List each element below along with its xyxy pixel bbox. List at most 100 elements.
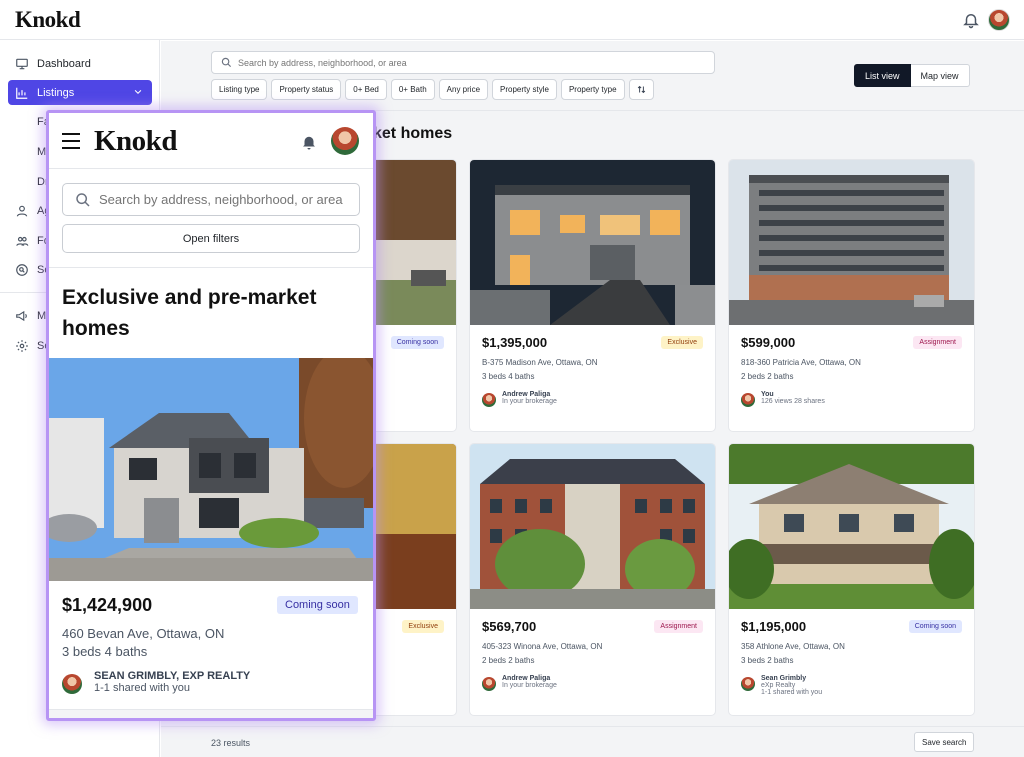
divider <box>49 267 373 268</box>
listing-agent: You 126 views 28 shares <box>741 391 825 407</box>
sidebar-item-dashboard[interactable]: Dashboard <box>8 51 152 76</box>
avatar <box>741 677 755 691</box>
listing-price: $569,700 <box>482 619 537 634</box>
sidebar-item-label: Listings <box>37 86 75 99</box>
chevron-down-icon[interactable] <box>132 87 144 97</box>
agent-name: You <box>761 391 774 398</box>
listing-address: B-375 Madison Ave, Ottawa, ON <box>482 358 598 367</box>
status-badge: Coming soon <box>908 620 962 633</box>
footer-divider <box>161 726 1024 727</box>
search-icon <box>76 192 90 207</box>
mobile-listing-agent: SEAN GRIMBLY, EXP REALTY 1-1 shared with… <box>62 670 250 694</box>
monitor-icon <box>16 58 28 69</box>
sidebar-item-label: Dashboard <box>37 57 91 70</box>
status-badge: Assignment <box>654 620 703 633</box>
megaphone-icon <box>16 310 27 321</box>
avatar <box>62 674 82 694</box>
bell-icon[interactable] <box>962 11 980 29</box>
listing-price: $1,195,000 <box>741 619 807 634</box>
user-icon <box>16 205 28 217</box>
agent-subtitle: In your brokerage <box>502 682 557 689</box>
mobile-logo[interactable]: Knokd <box>94 125 177 158</box>
agent-stats: 126 views 28 shares <box>761 398 825 405</box>
agent-brokerage: eXp Realty <box>761 682 796 689</box>
listing-beds-baths: 3 beds 2 baths <box>741 656 794 665</box>
mobile-search-bar[interactable] <box>62 183 360 216</box>
filter-bar: Listing type Property status 0+ Bed 0+ B… <box>211 79 654 100</box>
agent-subtitle: In your brokerage <box>502 398 557 405</box>
sidebar-item-listings[interactable]: Listings <box>8 80 152 105</box>
top-bar: Knokd <box>0 0 1024 40</box>
filter-property-style[interactable]: Property style <box>492 79 557 100</box>
mobile-search-input[interactable] <box>99 192 349 207</box>
filter-price[interactable]: Any price <box>438 79 489 100</box>
filter-property-status[interactable]: Property status <box>271 79 342 100</box>
agent-name: SEAN GRIMBLY, EXP REALTY <box>94 670 251 682</box>
users-icon <box>16 236 29 246</box>
map-view-button[interactable]: Map view <box>910 64 970 87</box>
avatar <box>482 393 496 407</box>
listing-photo <box>470 444 715 609</box>
listing-photo <box>729 160 974 325</box>
mobile-listing-beds-baths: 3 beds 4 baths <box>62 644 148 659</box>
listing-photo <box>470 160 715 325</box>
agent-share-status: 1-1 shared with you <box>761 689 823 696</box>
listing-photo <box>729 444 974 609</box>
search-icon <box>221 57 232 68</box>
listing-beds-baths: 3 beds 4 baths <box>482 372 535 381</box>
status-badge: Coming soon <box>390 336 444 349</box>
sort-button[interactable] <box>628 79 654 100</box>
status-badge: Assignment <box>913 336 962 349</box>
listing-beds-baths: 2 beds 2 baths <box>741 372 794 381</box>
status-badge: Coming soon <box>277 596 358 614</box>
results-count: 23 results <box>211 738 251 748</box>
view-toggle: List view Map view <box>854 64 970 87</box>
search-circle-icon <box>16 263 28 276</box>
bell-icon[interactable] <box>300 133 318 151</box>
mobile-bottom-edge <box>49 709 373 718</box>
search-input[interactable] <box>238 57 698 68</box>
filter-property-type[interactable]: Property type <box>560 79 625 100</box>
logo[interactable]: Knokd <box>15 7 81 33</box>
listing-price: $1,395,000 <box>482 335 548 350</box>
listing-card[interactable]: $599,000 Assignment 818-360 Patricia Ave… <box>729 160 974 431</box>
listing-photo[interactable] <box>49 358 373 581</box>
agent-share-status: 1-1 shared with you <box>94 682 190 694</box>
listing-price: $599,000 <box>741 335 796 350</box>
avatar <box>482 677 496 691</box>
open-filters-button[interactable]: Open filters <box>62 224 360 253</box>
list-view-button[interactable]: List view <box>854 64 911 87</box>
listing-agent: Andrew Paliga In your brokerage <box>482 391 557 407</box>
user-avatar[interactable] <box>988 9 1010 31</box>
chart-icon <box>16 87 28 99</box>
filter-baths[interactable]: 0+ Bath <box>390 79 435 100</box>
filter-listing-type[interactable]: Listing type <box>211 79 268 100</box>
status-badge: Exclusive <box>661 336 703 349</box>
agent-name: Andrew Paliga <box>502 675 551 682</box>
filter-beds[interactable]: 0+ Bed <box>345 79 387 100</box>
mobile-preview: Knokd Open filters Exclusive and pre-mar… <box>46 110 376 721</box>
gear-icon <box>16 339 28 352</box>
status-badge: Exclusive <box>402 620 444 633</box>
sort-icon <box>637 85 645 94</box>
hamburger-menu-icon[interactable] <box>62 133 80 149</box>
save-search-button[interactable]: Save search <box>914 732 975 752</box>
mobile-header: Knokd <box>49 113 373 169</box>
agent-name: Sean Grimbly <box>761 675 807 682</box>
listing-agent: Andrew Paliga In your brokerage <box>482 675 557 691</box>
listing-card[interactable]: $1,395,000 Exclusive B-375 Madison Ave, … <box>470 160 715 431</box>
page-heading: ket homes <box>373 125 453 142</box>
listing-card[interactable]: $569,700 Assignment 405-323 Winona Ave, … <box>470 444 715 715</box>
mobile-page-title: Exclusive and pre-market homes <box>62 286 317 340</box>
avatar <box>741 393 755 407</box>
sidebar-item-label: M <box>37 309 47 322</box>
mobile-listing-address: 460 Bevan Ave, Ottawa, ON <box>62 626 225 641</box>
listing-address: 358 Athlone Ave, Ottawa, ON <box>741 642 845 651</box>
listing-address: 818-360 Patricia Ave, Ottawa, ON <box>741 358 861 367</box>
sidebar-subitem[interactable]: M <box>37 146 46 158</box>
listing-card[interactable]: $1,195,000 Coming soon 358 Athlone Ave, … <box>729 444 974 715</box>
agent-name: Andrew Paliga <box>502 391 551 398</box>
search-bar[interactable] <box>211 51 715 74</box>
user-avatar[interactable] <box>331 127 359 155</box>
listing-beds-baths: 2 beds 2 baths <box>482 656 535 665</box>
